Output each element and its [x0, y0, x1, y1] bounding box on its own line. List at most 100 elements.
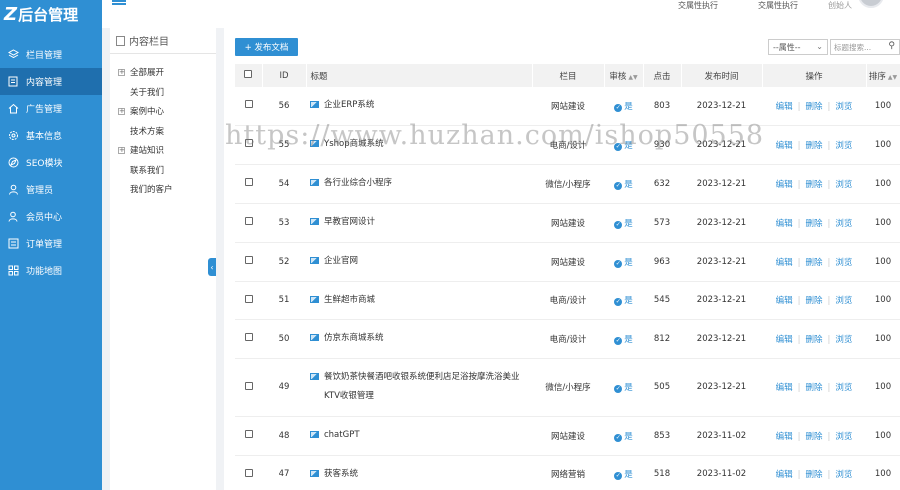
delete-link[interactable]: 删除: [805, 180, 822, 190]
header-review[interactable]: 审核 ▲▼: [604, 64, 644, 87]
edit-link[interactable]: 编辑: [776, 102, 793, 112]
title-search-input[interactable]: 标题搜索... ⚲: [830, 39, 900, 55]
select-all-checkbox[interactable]: [244, 70, 253, 78]
header-id[interactable]: ID: [262, 64, 307, 87]
sort-icon[interactable]: ▲▼: [628, 74, 637, 81]
row-checkbox[interactable]: [244, 217, 253, 225]
plus-icon[interactable]: +: [118, 68, 125, 76]
row-select-cell[interactable]: [235, 87, 262, 126]
row-title[interactable]: 餐饮奶茶快餐酒吧收银系统便利店足浴按摩洗浴美业KTV收银管理: [324, 368, 528, 406]
header-item-a[interactable]: 交属性执行: [678, 0, 718, 11]
row-checkbox[interactable]: [244, 381, 253, 390]
row-title[interactable]: 企业ERP系统: [324, 96, 374, 115]
edit-link[interactable]: 编辑: [776, 470, 793, 480]
view-link[interactable]: 浏览: [835, 180, 852, 190]
plus-icon[interactable]: +: [118, 146, 125, 154]
edit-link[interactable]: 编辑: [776, 180, 793, 190]
attribute-select[interactable]: --属性-- ⌄: [768, 39, 828, 55]
header-item-b[interactable]: 交属性执行: [758, 0, 798, 11]
sidebar-item-feature-map[interactable]: 功能地图: [0, 257, 102, 284]
row-select-cell[interactable]: [235, 203, 262, 243]
row-select-cell[interactable]: [235, 242, 262, 282]
status-badge[interactable]: ✓ 是: [614, 141, 633, 151]
sidebar-item-member-center[interactable]: 会员中心: [0, 203, 102, 230]
tree-item-expand-all[interactable]: + 全部展开: [118, 66, 164, 78]
row-title[interactable]: 生鲜超市商城: [324, 291, 375, 310]
row-checkbox[interactable]: [244, 139, 253, 147]
row-checkbox[interactable]: [244, 333, 253, 341]
row-title[interactable]: 获客系统: [324, 465, 358, 484]
panel-collapse-button[interactable]: ‹: [208, 258, 216, 276]
view-link[interactable]: 浏览: [835, 470, 852, 480]
header-sort[interactable]: 排序 ▲▼: [866, 64, 900, 87]
tree-item-about[interactable]: 关于我们: [118, 86, 164, 98]
tree-item-tech-solutions[interactable]: 技术方案: [118, 125, 164, 137]
header-select-all[interactable]: [235, 64, 263, 87]
row-select-cell[interactable]: [235, 416, 262, 456]
row-select-cell[interactable]: [235, 358, 262, 417]
view-link[interactable]: 浏览: [835, 141, 852, 151]
row-title[interactable]: 仿京东商城系统: [324, 329, 384, 348]
publish-document-button[interactable]: + 发布文档: [235, 38, 298, 56]
sidebar-item-admins[interactable]: 管理员: [0, 176, 102, 203]
edit-link[interactable]: 编辑: [776, 432, 793, 442]
sidebar-item-ad-management[interactable]: 广告管理: [0, 95, 102, 122]
sort-icon[interactable]: ▲▼: [888, 74, 897, 81]
delete-link[interactable]: 删除: [805, 258, 822, 268]
row-checkbox[interactable]: [244, 178, 253, 186]
row-select-cell[interactable]: [235, 164, 262, 204]
tree-item-site-knowledge[interactable]: + 建站知识: [118, 144, 164, 156]
delete-link[interactable]: 删除: [805, 383, 822, 393]
status-badge[interactable]: ✓ 是: [614, 432, 633, 442]
delete-link[interactable]: 删除: [805, 141, 822, 151]
menu-toggle-icon[interactable]: [112, 0, 126, 5]
row-title[interactable]: 各行业综合小程序: [324, 174, 392, 193]
sidebar-item-column-management[interactable]: 栏目管理: [0, 41, 102, 68]
row-title[interactable]: chatGPT: [324, 426, 360, 445]
sidebar-item-order-management[interactable]: 订单管理: [0, 230, 102, 257]
row-checkbox[interactable]: [244, 430, 253, 438]
row-select-cell[interactable]: [235, 319, 262, 359]
tree-item-contact[interactable]: 联系我们: [118, 164, 164, 176]
status-badge[interactable]: ✓ 是: [614, 335, 633, 345]
sidebar-item-seo[interactable]: SEO模块: [0, 149, 102, 176]
view-link[interactable]: 浏览: [835, 102, 852, 112]
status-badge[interactable]: ✓ 是: [614, 470, 633, 480]
view-link[interactable]: 浏览: [835, 432, 852, 442]
row-title[interactable]: 早教官网设计: [324, 213, 375, 232]
search-icon[interactable]: ⚲: [888, 41, 895, 51]
row-checkbox[interactable]: [244, 294, 253, 303]
row-select-cell[interactable]: [235, 125, 262, 165]
status-badge[interactable]: ✓ 是: [614, 219, 633, 229]
view-link[interactable]: 浏览: [835, 383, 852, 393]
edit-link[interactable]: 编辑: [776, 141, 793, 151]
edit-link[interactable]: 编辑: [776, 296, 793, 306]
row-title[interactable]: Yshop商城系统: [324, 135, 384, 154]
delete-link[interactable]: 删除: [805, 335, 822, 345]
row-checkbox[interactable]: [244, 468, 253, 477]
delete-link[interactable]: 删除: [805, 432, 822, 442]
view-link[interactable]: 浏览: [835, 258, 852, 268]
view-link[interactable]: 浏览: [835, 296, 852, 306]
tree-item-customers[interactable]: 我们的客户: [118, 183, 173, 195]
edit-link[interactable]: 编辑: [776, 335, 793, 345]
status-badge[interactable]: ✓ 是: [614, 383, 633, 393]
sidebar-item-content-management[interactable]: 内容管理: [0, 68, 102, 95]
row-checkbox[interactable]: [244, 100, 253, 109]
status-badge[interactable]: ✓ 是: [614, 180, 633, 190]
tree-item-cases[interactable]: + 案例中心: [118, 105, 164, 117]
row-checkbox[interactable]: [244, 256, 253, 264]
edit-link[interactable]: 编辑: [776, 383, 793, 393]
delete-link[interactable]: 删除: [805, 470, 822, 480]
row-select-cell[interactable]: [235, 455, 262, 490]
status-badge[interactable]: ✓ 是: [614, 258, 633, 268]
edit-link[interactable]: 编辑: [776, 258, 793, 268]
row-select-cell[interactable]: [235, 281, 262, 320]
delete-link[interactable]: 删除: [805, 219, 822, 229]
plus-icon[interactable]: +: [118, 107, 125, 115]
avatar[interactable]: [858, 0, 884, 8]
delete-link[interactable]: 删除: [805, 296, 822, 306]
sidebar-item-basic-info[interactable]: 基本信息: [0, 122, 102, 149]
edit-link[interactable]: 编辑: [776, 219, 793, 229]
status-badge[interactable]: ✓ 是: [614, 102, 633, 112]
